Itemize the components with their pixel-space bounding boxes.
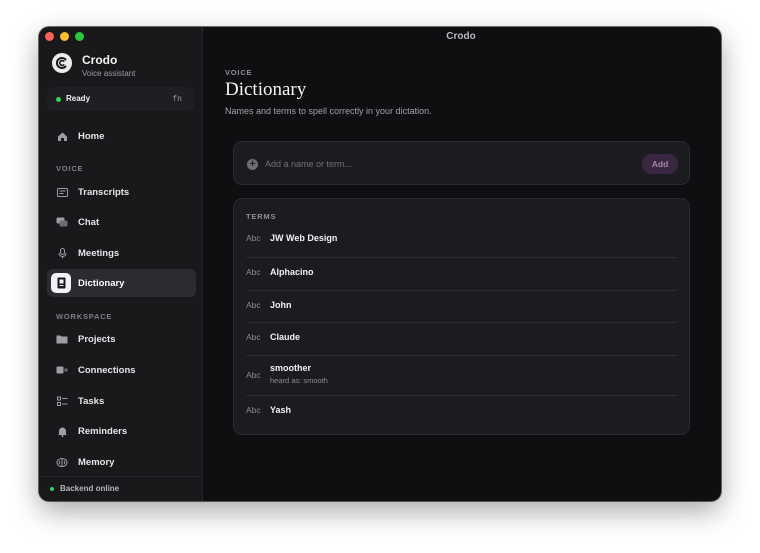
brand-name: Crodo [82, 53, 118, 67]
sidebar-item-label: Memory [78, 457, 115, 468]
terms-list: TERMS Abc JW Web Design Abc Alphacino Ab… [233, 198, 690, 435]
bell-icon [56, 425, 68, 437]
sidebar-item-chat[interactable]: Chat [47, 208, 196, 236]
page-subtitle: Names and terms to spell correctly in yo… [225, 106, 432, 116]
sidebar-item-label: Projects [78, 334, 116, 345]
term-type-label: Abc [246, 405, 261, 415]
sidebar-item-label: Dictionary [78, 278, 125, 289]
term-type-label: Abc [246, 300, 261, 310]
shortcut-key-label: fn [172, 94, 182, 103]
tasks-icon [56, 395, 68, 407]
term-hint: heard as: smooth [270, 376, 328, 385]
window-title: Crodo [446, 31, 476, 42]
section-label-workspace: WORKSPACE [56, 312, 113, 321]
sidebar-item-label: Reminders [78, 426, 128, 437]
folder-icon [56, 333, 68, 345]
term-row[interactable]: Abc Alphacino [246, 258, 677, 291]
term-type-label: Abc [246, 370, 261, 380]
brand: Crodo Voice assistant [52, 53, 135, 78]
term-text: Yash [270, 405, 292, 415]
sidebar-item-dictionary[interactable]: Dictionary [47, 269, 196, 297]
term-text: Claude [270, 332, 301, 342]
sidebar: Crodo Voice assistant Ready fn Home VOIC… [39, 27, 203, 501]
plus-icon: + [247, 159, 258, 170]
minimize-window-icon[interactable] [60, 32, 69, 41]
status-label: Ready [66, 94, 91, 103]
window-controls [45, 32, 84, 41]
term-row[interactable]: Abc John [246, 291, 677, 323]
crodo-logo-icon [52, 53, 72, 73]
app-window: Crodo Voice assistant Ready fn Home VOIC… [39, 27, 721, 501]
microphone-icon [56, 247, 68, 259]
sidebar-item-label: Chat [78, 217, 100, 228]
sidebar-footer: Backend online [39, 476, 203, 501]
terms-header: TERMS [246, 212, 277, 221]
add-term-input[interactable] [265, 154, 625, 174]
sidebar-item-label: Transcripts [78, 187, 130, 198]
transcript-icon [56, 186, 68, 198]
section-label-voice: VOICE [56, 164, 84, 173]
sidebar-item-label: Connections [78, 365, 136, 376]
add-term-bar: + Add [233, 141, 690, 185]
sidebar-item-projects[interactable]: Projects [47, 325, 196, 353]
brain-icon [56, 456, 68, 468]
sidebar-item-memory[interactable]: Memory [47, 448, 196, 476]
term-text: John [270, 300, 292, 310]
sidebar-item-label: Home [78, 131, 105, 142]
term-text: Alphacino [270, 267, 314, 277]
term-text: smoother [270, 363, 312, 373]
term-type-label: Abc [246, 233, 261, 243]
main-content: VOICE Dictionary Names and terms to spel… [203, 46, 721, 501]
term-text: JW Web Design [270, 233, 338, 243]
term-type-label: Abc [246, 267, 261, 277]
sidebar-item-label: Tasks [78, 396, 105, 407]
term-row[interactable]: Abc Yash [246, 396, 677, 429]
page-eyebrow: VOICE [225, 68, 253, 77]
sidebar-item-meetings[interactable]: Meetings [47, 239, 196, 267]
home-icon [56, 130, 68, 142]
title-bar: Crodo [39, 27, 721, 46]
term-row[interactable]: Abc JW Web Design [246, 225, 677, 258]
sidebar-item-home[interactable]: Home [47, 122, 196, 150]
term-type-label: Abc [246, 332, 261, 342]
sidebar-item-transcripts[interactable]: Transcripts [47, 178, 196, 206]
page-title: Dictionary [225, 79, 307, 100]
backend-status-dot-icon [50, 487, 54, 491]
zoom-window-icon[interactable] [75, 32, 84, 41]
chat-icon [56, 216, 68, 228]
sidebar-item-connections[interactable]: Connections [47, 356, 196, 384]
add-term-button[interactable]: Add [642, 154, 678, 174]
close-window-icon[interactable] [45, 32, 54, 41]
sidebar-item-reminders[interactable]: Reminders [47, 417, 196, 445]
dictionary-icon [51, 273, 71, 293]
sidebar-item-label: Meetings [78, 248, 120, 259]
status-indicator[interactable]: Ready fn [47, 87, 194, 111]
brand-subtitle: Voice assistant [82, 69, 136, 78]
connection-icon [56, 364, 68, 376]
term-row[interactable]: Abc Claude [246, 323, 677, 356]
sidebar-item-tasks[interactable]: Tasks [47, 387, 196, 415]
term-row[interactable]: Abc smoother heard as: smooth [246, 356, 677, 396]
backend-status-label: Backend online [60, 484, 120, 493]
status-dot-icon [56, 97, 61, 102]
